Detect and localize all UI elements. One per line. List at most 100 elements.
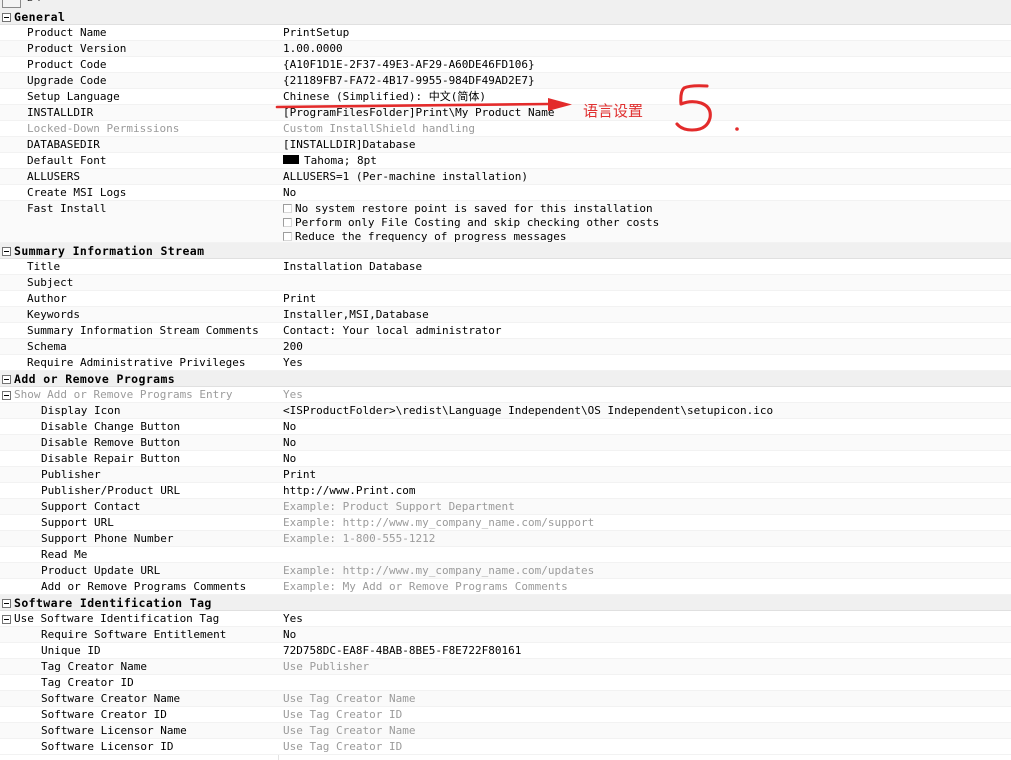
property-row[interactable]: Schema 200 bbox=[0, 339, 1011, 355]
property-value-cell[interactable]: No bbox=[283, 627, 296, 642]
property-row[interactable]: Software Creator Name Use Tag Creator Nam… bbox=[0, 691, 1011, 707]
property-value-cell[interactable]: Example: http://www.my_company_name.com/… bbox=[283, 515, 594, 530]
property-row[interactable]: Read Me bbox=[0, 547, 1011, 563]
property-row[interactable]: Require Software Entitlement No bbox=[0, 627, 1011, 643]
property-value-cell[interactable]: PrintSetup bbox=[283, 25, 349, 40]
property-row[interactable]: Use Software Identification Tag Yes bbox=[0, 611, 1011, 627]
property-row[interactable]: Publisher/Product URL http://www.Print.co… bbox=[0, 483, 1011, 499]
property-value-cell[interactable]: Example: http://www.my_company_name.com/… bbox=[283, 563, 594, 578]
property-value-cell[interactable]: Yes bbox=[283, 387, 303, 402]
property-row[interactable]: Support Phone Number Example: 1-800-555-1… bbox=[0, 531, 1011, 547]
property-value-cell[interactable]: Example: Product Support Department bbox=[283, 499, 515, 514]
property-label-cell: Keywords bbox=[0, 307, 276, 322]
property-label-cell: Default Font bbox=[0, 153, 276, 168]
checkbox-icon[interactable] bbox=[283, 218, 292, 227]
checkbox-row[interactable]: Reduce the frequency of progress message… bbox=[283, 230, 659, 243]
property-value-cell[interactable]: Print bbox=[283, 291, 316, 306]
property-value-cell[interactable]: Installation Database bbox=[283, 259, 422, 274]
property-row[interactable]: Summary Information Stream Comments Conta… bbox=[0, 323, 1011, 339]
property-value-cell[interactable]: [INSTALLDIR]Database bbox=[283, 137, 415, 152]
property-row[interactable]: Add or Remove Programs Comments Example: … bbox=[0, 579, 1011, 595]
property-value-cell[interactable]: Chinese (Simplified): 中文(简体) bbox=[283, 89, 486, 104]
property-row[interactable]: Create MSI Logs No bbox=[0, 185, 1011, 201]
property-row[interactable]: Disable Change Button No bbox=[0, 419, 1011, 435]
property-value-cell[interactable]: Example: 1-800-555-1212 bbox=[283, 531, 435, 546]
property-row[interactable]: Disable Remove Button No bbox=[0, 435, 1011, 451]
property-row[interactable]: Software Licensor Name Use Tag Creator Na… bbox=[0, 723, 1011, 739]
property-label: Title bbox=[27, 260, 61, 273]
property-row[interactable]: Upgrade Code {21189FB7-FA72-4B17-9955-984… bbox=[0, 73, 1011, 89]
property-row[interactable]: Require Administrative Privileges Yes bbox=[0, 355, 1011, 371]
property-value-cell[interactable]: Use Tag Creator ID bbox=[283, 707, 402, 722]
property-value-cell[interactable]: Use Tag Creator Name bbox=[283, 723, 415, 738]
property-value-cell[interactable]: http://www.Print.com bbox=[283, 483, 415, 498]
property-row[interactable]: Display Icon <ISProductFolder>\redist\Lan… bbox=[0, 403, 1011, 419]
property-row[interactable]: Setup Language Chinese (Simplified): 中文(简… bbox=[0, 89, 1011, 105]
property-grid[interactable]: General Product Name PrintSetup Product Ver… bbox=[0, 9, 1011, 760]
property-row[interactable]: Author Print bbox=[0, 291, 1011, 307]
property-row[interactable]: Software Creator ID Use Tag Creator ID bbox=[0, 707, 1011, 723]
property-row[interactable]: Product Name PrintSetup bbox=[0, 25, 1011, 41]
property-value-cell[interactable]: {A10F1D1E-2F37-49E3-AF29-A60DE46FD106} bbox=[283, 57, 535, 72]
property-value-cell[interactable]: Contact: Your local administrator bbox=[283, 323, 502, 338]
property-value-cell[interactable]: Yes bbox=[283, 355, 303, 370]
property-row[interactable]: INSTALLDIR [ProgramFilesFolder]Print\My P… bbox=[0, 105, 1011, 121]
property-row[interactable]: Product Update URL Example: http://www.my… bbox=[0, 563, 1011, 579]
property-row[interactable]: Show Add or Remove Programs Entry Yes bbox=[0, 387, 1011, 403]
chevron-down-icon[interactable] bbox=[36, 0, 42, 1]
property-value-cell[interactable]: {21189FB7-FA72-4B17-9955-984DF49AD2E7} bbox=[283, 73, 535, 88]
property-value-cell[interactable]: No bbox=[283, 435, 296, 450]
property-row[interactable]: Locked-Down Permissions Custom InstallShi… bbox=[0, 121, 1011, 137]
property-value-cell[interactable]: 200 bbox=[283, 339, 303, 354]
color-swatch-icon[interactable] bbox=[283, 155, 299, 164]
property-row[interactable]: Publisher Print bbox=[0, 467, 1011, 483]
property-value-cell[interactable]: Use Tag Creator Name bbox=[283, 691, 415, 706]
property-row[interactable]: Support URL Example: http://www.my_compan… bbox=[0, 515, 1011, 531]
property-row[interactable]: Unique ID 72D758DC-EA8F-4BAB-8BE5-F8E722F… bbox=[0, 643, 1011, 659]
property-value-cell[interactable]: Use Publisher bbox=[283, 659, 369, 674]
property-value-cell[interactable]: No bbox=[283, 451, 296, 466]
property-row[interactable]: Product Code {A10F1D1E-2F37-49E3-AF29-A60… bbox=[0, 57, 1011, 73]
category-row[interactable]: Summary Information Stream bbox=[0, 243, 1011, 259]
property-value-cell[interactable]: Example: My Add or Remove Programs Comme… bbox=[283, 579, 568, 594]
property-row[interactable]: Software Licensor ID Use Tag Creator ID bbox=[0, 739, 1011, 755]
property-row[interactable]: Subject bbox=[0, 275, 1011, 291]
property-value-cell[interactable]: Custom InstallShield handling bbox=[283, 121, 475, 136]
property-row[interactable]: Default Font Tahoma; 8pt bbox=[0, 153, 1011, 169]
property-row[interactable]: Fast Install No system restore point is s… bbox=[0, 201, 1011, 243]
property-value-cell[interactable]: Installer,MSI,Database bbox=[283, 307, 429, 322]
property-value-cell[interactable]: [ProgramFilesFolder]Print\My Product Nam… bbox=[283, 105, 555, 120]
property-row[interactable]: DATABASEDIR [INSTALLDIR]Database bbox=[0, 137, 1011, 153]
checkbox-row[interactable]: No system restore point is saved for thi… bbox=[283, 202, 659, 216]
property-label-cell: Unique ID bbox=[0, 643, 276, 658]
property-value-cell[interactable]: No bbox=[283, 185, 296, 200]
property-row[interactable]: Tag Creator Name Use Publisher bbox=[0, 659, 1011, 675]
checkbox-icon[interactable] bbox=[283, 204, 292, 213]
property-value-cell[interactable]: No bbox=[283, 419, 296, 434]
category-row[interactable]: General bbox=[0, 9, 1011, 25]
property-value-cell[interactable]: Print bbox=[283, 467, 316, 482]
property-value-cell[interactable]: Yes bbox=[283, 611, 303, 626]
property-row[interactable]: Keywords Installer,MSI,Database bbox=[0, 307, 1011, 323]
property-value-cell[interactable]: Use Tag Creator ID bbox=[283, 739, 402, 754]
property-value-cell[interactable]: ALLUSERS=1 (Per-machine installation) bbox=[283, 169, 528, 184]
property-value-cell[interactable]: 72D758DC-EA8F-4BAB-8BE5-F8E722F80161 bbox=[283, 643, 521, 658]
property-value-cell[interactable]: Tahoma; 8pt bbox=[283, 153, 377, 168]
property-row[interactable]: Support Contact Example: Product Support … bbox=[0, 499, 1011, 515]
property-value-cell[interactable]: <ISProductFolder>\redist\Language Indepe… bbox=[283, 403, 773, 418]
property-value: Example: http://www.my_company_name.com/… bbox=[283, 564, 595, 577]
property-label-cell: Product Name bbox=[0, 25, 276, 40]
toolbar-dropdown-button[interactable] bbox=[2, 0, 21, 8]
property-row[interactable]: ALLUSERS ALLUSERS=1 (Per-machine installa… bbox=[0, 169, 1011, 185]
checkbox-icon[interactable] bbox=[283, 232, 292, 241]
category-row[interactable]: Add or Remove Programs bbox=[0, 371, 1011, 387]
property-row[interactable]: Title Installation Database bbox=[0, 259, 1011, 275]
property-value-cell[interactable]: 1.00.0000 bbox=[283, 41, 343, 56]
category-title: Summary Information Stream bbox=[14, 244, 205, 258]
property-row[interactable]: Product Version 1.00.0000 bbox=[0, 41, 1011, 57]
checkbox-row[interactable]: Perform only File Costing and skip check… bbox=[283, 216, 659, 230]
property-row[interactable]: Disable Repair Button No bbox=[0, 451, 1011, 467]
property-row[interactable]: Tag Creator ID bbox=[0, 675, 1011, 691]
category-row[interactable]: Software Identification Tag bbox=[0, 595, 1011, 611]
property-label-cell: Product Update URL bbox=[0, 563, 276, 578]
